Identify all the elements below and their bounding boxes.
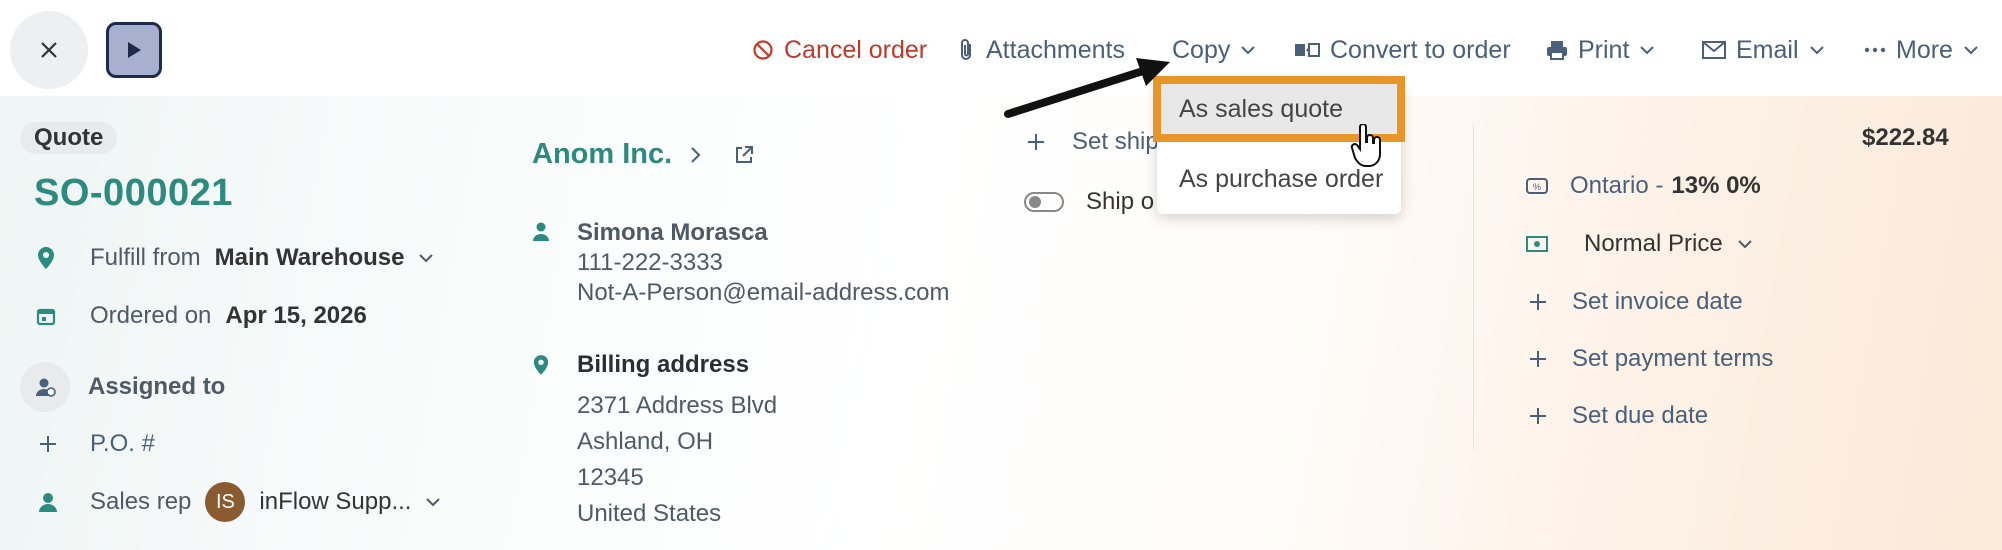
po-number-label[interactable]: P.O. # — [90, 430, 155, 458]
fulfill-from-value[interactable]: Main Warehouse — [215, 244, 405, 272]
money-icon — [1526, 236, 1548, 252]
customer-name[interactable]: Anom Inc. — [532, 138, 672, 171]
ship-toggle-label: Ship o — [1086, 188, 1155, 215]
set-due-date-label[interactable]: Set due date — [1572, 402, 1708, 430]
set-invoice-date-row[interactable]: Set invoice date — [1528, 288, 1743, 316]
tax-row[interactable]: % Ontario - 13% 0% — [1526, 172, 1761, 200]
chevron-down-icon — [1809, 46, 1824, 55]
ordered-on-label: Ordered on — [90, 302, 212, 329]
contact-person-icon — [533, 222, 549, 241]
tax-region[interactable]: Ontario - — [1570, 172, 1663, 200]
sales-rep-avatar: IS — [205, 482, 246, 522]
location-pin-icon — [38, 247, 54, 269]
cancel-icon — [753, 40, 773, 60]
print-label: Print — [1578, 35, 1630, 64]
ordered-on-row: Ordered on Apr 15, 2026 — [36, 302, 367, 330]
more-label: More — [1896, 35, 1953, 64]
set-invoice-date-label[interactable]: Set invoice date — [1572, 288, 1743, 316]
plus-icon — [1530, 408, 1546, 424]
email-button[interactable]: Email — [1702, 30, 1825, 70]
location-pin-icon — [533, 355, 549, 375]
order-number: SO-000021 — [34, 172, 233, 214]
svg-text:%: % — [1533, 182, 1541, 192]
contact-block: Simona Morasca 111-222-3333 Not-A-Person… — [577, 218, 949, 308]
set-payment-terms-row[interactable]: Set payment terms — [1528, 345, 1773, 373]
print-button[interactable]: Print — [1546, 30, 1655, 70]
sales-rep-value[interactable]: inFlow Supp... — [259, 488, 411, 516]
external-link-icon[interactable] — [734, 145, 754, 165]
contact-email: Not-A-Person@email-address.com — [577, 279, 950, 306]
billing-line: 2371 Address Blvd — [577, 392, 778, 419]
chevron-down-icon[interactable] — [1737, 239, 1753, 249]
billing-address[interactable]: Billing address 2371 Address Blvd Ashlan… — [577, 350, 777, 532]
cancel-order-label: Cancel order — [784, 35, 928, 64]
chevron-down-icon — [1241, 46, 1256, 55]
price-level-row[interactable]: Normal Price — [1526, 230, 1753, 258]
tax-icon: % — [1526, 178, 1548, 194]
chevron-down-icon[interactable] — [425, 497, 441, 507]
ship-toggle-row: Ship o — [1024, 188, 1154, 216]
set-payment-terms-label[interactable]: Set payment terms — [1572, 345, 1773, 373]
po-number-row[interactable]: P.O. # — [38, 430, 155, 458]
email-label: Email — [1736, 35, 1799, 64]
copy-label: Copy — [1172, 35, 1231, 64]
play-button[interactable] — [106, 22, 162, 78]
close-icon — [41, 42, 57, 58]
set-shipping-row[interactable]: Set ship — [1026, 128, 1159, 156]
customer-row: Anom Inc. — [532, 138, 754, 171]
more-button[interactable]: More — [1864, 30, 1979, 70]
ship-toggle[interactable] — [1024, 192, 1064, 212]
plus-icon — [1530, 294, 1546, 310]
more-dots-icon — [1864, 47, 1886, 53]
envelope-icon — [1702, 41, 1726, 59]
fulfill-from-label: Fulfill from — [90, 244, 201, 271]
plus-icon — [1530, 351, 1546, 367]
close-button[interactable] — [10, 11, 88, 89]
paperclip-icon — [961, 39, 971, 60]
contact-phone: 111-222-3333 — [577, 249, 723, 276]
column-divider — [1473, 124, 1474, 450]
plus-icon — [1028, 134, 1044, 150]
attachments-button[interactable]: Attachments — [958, 30, 1125, 70]
assign-user-icon — [36, 378, 56, 397]
play-icon — [128, 42, 141, 58]
chevron-down-icon[interactable] — [418, 253, 434, 263]
cancel-order-button[interactable]: Cancel order — [752, 30, 927, 70]
attachments-label: Attachments — [986, 35, 1125, 64]
billing-line: Ashland, OH — [577, 428, 714, 455]
billing-line: 12345 — [577, 464, 644, 491]
copy-button[interactable]: Copy — [1172, 30, 1256, 70]
plus-icon — [40, 436, 56, 452]
hand-cursor-icon — [1350, 124, 1381, 167]
sales-rep-row: Sales rep IS inFlow Supp... — [38, 482, 441, 522]
toolbar: Cancel order Attachments Copy Convert to… — [0, 0, 2002, 97]
sales-rep-label: Sales rep — [90, 488, 192, 515]
calendar-icon — [36, 308, 56, 326]
price-level-value[interactable]: Normal Price — [1584, 230, 1723, 258]
billing-address-title: Billing address — [577, 351, 750, 378]
contact-name: Simona Morasca — [577, 219, 768, 246]
ordered-on-value[interactable]: Apr 15, 2026 — [225, 302, 366, 330]
tax-rate[interactable]: 13% 0% — [1671, 172, 1760, 200]
convert-icon — [1295, 43, 1320, 57]
assigned-to-label: Assigned to — [88, 373, 226, 400]
set-due-date-row[interactable]: Set due date — [1528, 402, 1708, 430]
set-shipping-label[interactable]: Set ship — [1072, 128, 1159, 156]
chevron-down-icon — [1964, 46, 1978, 55]
convert-to-order-button[interactable]: Convert to order — [1294, 30, 1511, 70]
printer-icon — [1547, 41, 1567, 60]
chevron-down-icon — [1640, 46, 1655, 55]
fulfill-from-row: Fulfill from Main Warehouse — [36, 244, 434, 272]
assign-user-button[interactable] — [20, 362, 70, 412]
assigned-to-row[interactable]: Assigned to — [20, 362, 225, 412]
convert-to-order-label: Convert to order — [1330, 35, 1511, 64]
order-total: $222.84 — [1862, 124, 1949, 151]
chevron-right-icon[interactable] — [690, 146, 702, 164]
billing-line: United States — [577, 500, 722, 527]
quote-badge: Quote — [20, 122, 118, 154]
person-icon — [39, 493, 57, 512]
